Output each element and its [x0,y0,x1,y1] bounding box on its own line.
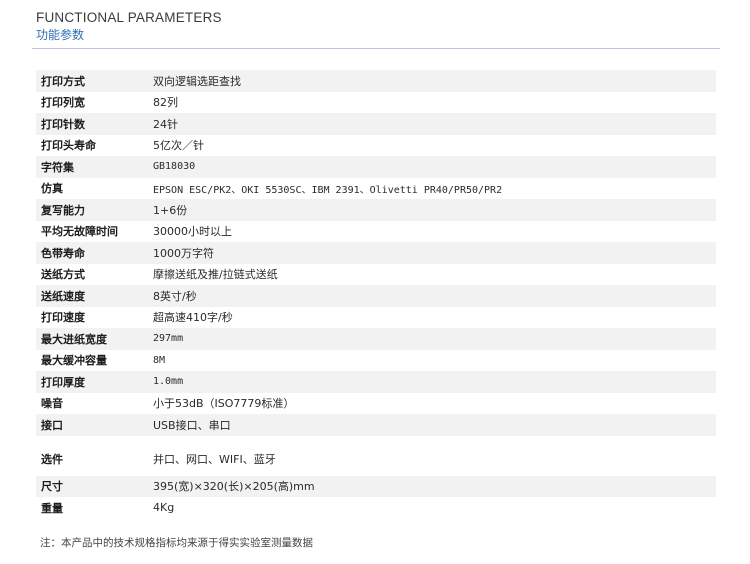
spec-label: 送纸方式 [41,268,85,282]
spec-row-interface: 接口 USB接口、串口 [36,414,716,436]
spec-value: 395(宽)×320(长)×205(高)mm [153,480,315,494]
spec-row-dimensions: 尺寸 395(宽)×320(长)×205(高)mm [36,475,716,497]
section-title-cn: 功能参数 [36,28,85,42]
spec-value: 超高速410字/秒 [153,311,233,325]
spec-value: EPSON ESC/PK2、OKI 5530SC、IBM 2391、Olivet… [153,184,503,196]
spec-row-feed-speed: 送纸速度 8英寸/秒 [36,285,716,307]
spec-label: 打印方式 [41,74,85,88]
spec-row-head-life: 打印头寿命 5亿次／针 [36,134,716,156]
spec-label: 噪音 [41,397,63,411]
spec-value: 双向逻辑选距查找 [153,74,241,88]
spec-label: 打印头寿命 [41,139,96,153]
spec-row-print-width: 打印列宽 82列 [36,91,716,113]
spec-label: 打印速度 [41,311,85,325]
spec-label: 最大进纸宽度 [41,332,107,346]
spec-row-charset: 字符集 GB18030 [36,156,716,178]
spec-row-print-method: 打印方式 双向逻辑选距查找 [36,70,716,92]
spec-row-mtbf: 平均无故障时间 30000小时以上 [36,220,716,242]
spec-value: GB18030 [153,161,196,173]
header-divider [32,48,720,49]
spec-row-pin-count: 打印针数 24针 [36,113,716,135]
spec-label: 平均无故障时间 [41,225,118,239]
spec-row-buffer: 最大缓冲容量 8M [36,349,716,371]
spec-value: 1+6份 [153,203,188,217]
spec-row-noise: 噪音 小于53dB（ISO7779标准） [36,392,716,414]
spec-label: 复写能力 [41,203,85,217]
spec-label: 仿真 [41,182,63,196]
spec-value: 1.0mm [153,376,184,388]
spec-value: 82列 [153,96,178,110]
spec-value: 297mm [153,333,184,345]
section-title-en: FUNCTIONAL PARAMETERS [36,10,222,25]
spec-row-options: 选件 并口、网口、WIFI、蓝牙 [36,441,716,476]
spec-value: 摩擦送纸及推/拉链式送纸 [153,268,278,282]
spec-table: 打印方式 双向逻辑选距查找 打印列宽 82列 打印针数 24针 打印头寿命 5亿… [36,70,716,519]
spec-value: 4Kg [153,501,175,515]
spec-row-ribbon-life: 色带寿命 1000万字符 [36,242,716,264]
spec-value: 1000万字符 [153,246,214,260]
spec-row-weight: 重量 4Kg [36,497,716,519]
spec-label: 尺寸 [41,480,63,494]
spec-label: 打印厚度 [41,375,85,389]
spec-value: 8M [153,354,166,366]
spec-row-paper-feed: 送纸方式 摩擦送纸及推/拉链式送纸 [36,263,716,285]
spec-row-print-speed: 打印速度 超高速410字/秒 [36,306,716,328]
spec-row-emulation: 仿真 EPSON ESC/PK2、OKI 5530SC、IBM 2391、Oli… [36,177,716,199]
spec-label: 打印针数 [41,117,85,131]
spec-value: 并口、网口、WIFI、蓝牙 [153,452,276,466]
spec-label: 重量 [41,501,63,515]
spec-value: 30000小时以上 [153,225,232,239]
spec-label: 选件 [41,452,63,466]
spec-value: USB接口、串口 [153,418,231,432]
spec-value: 5亿次／针 [153,139,204,153]
spec-label: 接口 [41,418,63,432]
spec-value: 24针 [153,117,178,131]
spec-row-copy-capability: 复写能力 1+6份 [36,199,716,221]
spec-label: 最大缓冲容量 [41,354,107,368]
spec-label: 色带寿命 [41,246,85,260]
footnote: 注：本产品中的技术规格指标均来源于得实实验室测量数据 [40,537,313,549]
spec-value: 8英寸/秒 [153,289,197,303]
spec-label: 字符集 [41,160,74,174]
spec-label: 打印列宽 [41,96,85,110]
section-header: FUNCTIONAL PARAMETERS 功能参数 [36,10,222,43]
spec-row-thickness: 打印厚度 1.0mm [36,371,716,393]
spec-row-max-width: 最大进纸宽度 297mm [36,328,716,350]
spec-label: 送纸速度 [41,289,85,303]
spec-value: 小于53dB（ISO7779标准） [153,397,295,411]
